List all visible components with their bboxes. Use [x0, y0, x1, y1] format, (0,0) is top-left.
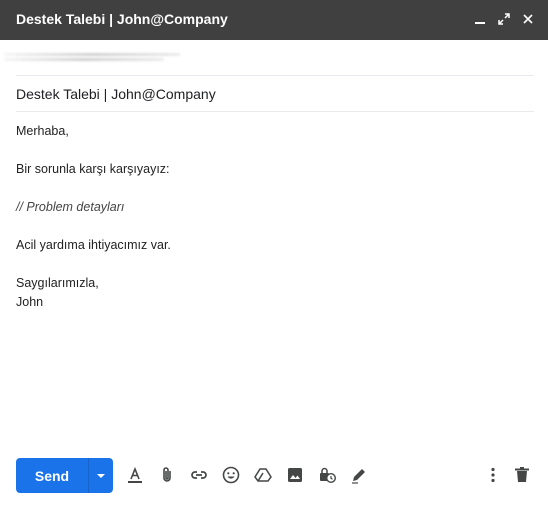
close-icon[interactable]	[520, 11, 536, 27]
drive-icon[interactable]	[252, 464, 274, 486]
recipients-field[interactable]	[4, 44, 534, 76]
signature-icon[interactable]	[348, 464, 370, 486]
signature-text: John	[16, 295, 44, 309]
body-line-3: Acil yardıma ihtiyacımız var.	[16, 238, 171, 252]
delete-icon[interactable]	[511, 464, 533, 486]
link-icon[interactable]	[188, 464, 210, 486]
send-button-group: Send	[16, 458, 113, 493]
confidential-icon[interactable]	[316, 464, 338, 486]
expand-icon[interactable]	[496, 11, 512, 27]
minimize-icon[interactable]	[472, 11, 488, 27]
compose-header: Destek Talebi | John@Company	[0, 0, 548, 40]
greeting-text: Merhaba,	[16, 124, 69, 138]
subject-field[interactable]: Destek Talebi | John@Company	[16, 76, 534, 112]
body-line-2: // Problem detayları	[16, 200, 125, 214]
send-button[interactable]: Send	[16, 458, 88, 493]
more-options-icon[interactable]	[482, 464, 504, 486]
compose-title: Destek Talebi | John@Company	[16, 11, 228, 27]
send-options-dropdown[interactable]	[88, 458, 113, 493]
closing-text: Saygılarımızla,	[16, 276, 99, 290]
attach-icon[interactable]	[156, 464, 178, 486]
chevron-down-icon	[97, 473, 105, 478]
emoji-icon[interactable]	[220, 464, 242, 486]
redacted-recipient	[4, 53, 180, 65]
formatting-icon[interactable]	[124, 464, 146, 486]
subject-text: Destek Talebi | John@Company	[16, 86, 216, 102]
body-line-1: Bir sorunla karşı karşıyayız:	[16, 162, 170, 176]
photo-icon[interactable]	[284, 464, 306, 486]
